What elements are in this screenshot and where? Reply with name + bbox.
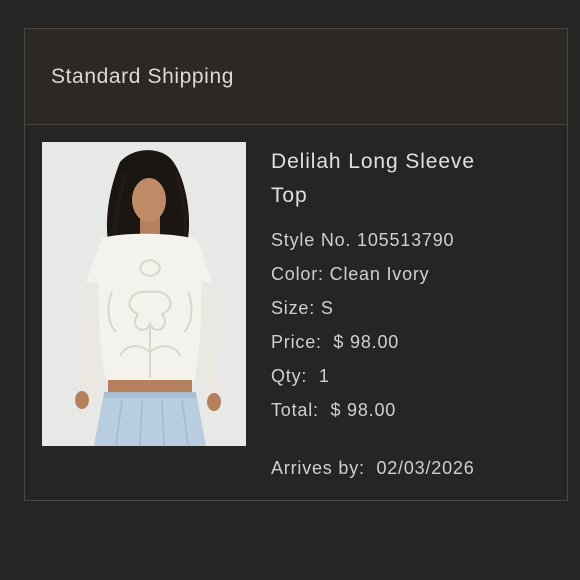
product-image[interactable]	[42, 142, 246, 446]
price-label: Price:	[271, 332, 322, 352]
arrival-date-row: Arrives by: 02/03/2026	[271, 451, 551, 485]
product-photo-illustration	[42, 142, 246, 446]
style-value: 105513790	[357, 230, 455, 250]
shipping-method-title: Standard Shipping	[51, 64, 234, 88]
color-value: Clean Ivory	[329, 264, 430, 284]
size-row: Size: S	[271, 291, 551, 325]
quantity-row: Qty: 1	[271, 359, 551, 393]
price-value: $ 98.00	[333, 332, 400, 352]
total-row: Total: $ 98.00	[271, 393, 551, 427]
style-number: Style No. 105513790	[271, 223, 551, 257]
qty-value: 1	[318, 366, 330, 386]
color-label: Color:	[271, 264, 324, 284]
product-name-line-2: Top	[271, 184, 308, 207]
qty-label: Qty:	[271, 366, 308, 386]
shipping-header: Standard Shipping	[25, 29, 567, 125]
order-item-body: Delilah Long Sleeve Top Style No. 105513…	[25, 125, 567, 501]
size-label: Size:	[271, 298, 316, 318]
color-row: Color: Clean Ivory	[271, 257, 551, 291]
total-value: $ 98.00	[330, 400, 397, 420]
order-item-card: Standard Shipping Delilah Long Sleeve To…	[24, 28, 568, 501]
total-label: Total:	[271, 400, 319, 420]
product-details: Delilah Long Sleeve Top Style No. 105513…	[271, 145, 551, 485]
price-row: Price: $ 98.00	[271, 325, 551, 359]
product-name[interactable]: Delilah Long Sleeve Top	[271, 145, 551, 213]
size-value: S	[320, 298, 334, 318]
product-name-line-1: Delilah Long Sleeve	[271, 150, 475, 173]
style-label: Style No.	[271, 230, 352, 250]
arrives-value: 02/03/2026	[376, 458, 475, 478]
arrives-label: Arrives by:	[271, 458, 365, 478]
